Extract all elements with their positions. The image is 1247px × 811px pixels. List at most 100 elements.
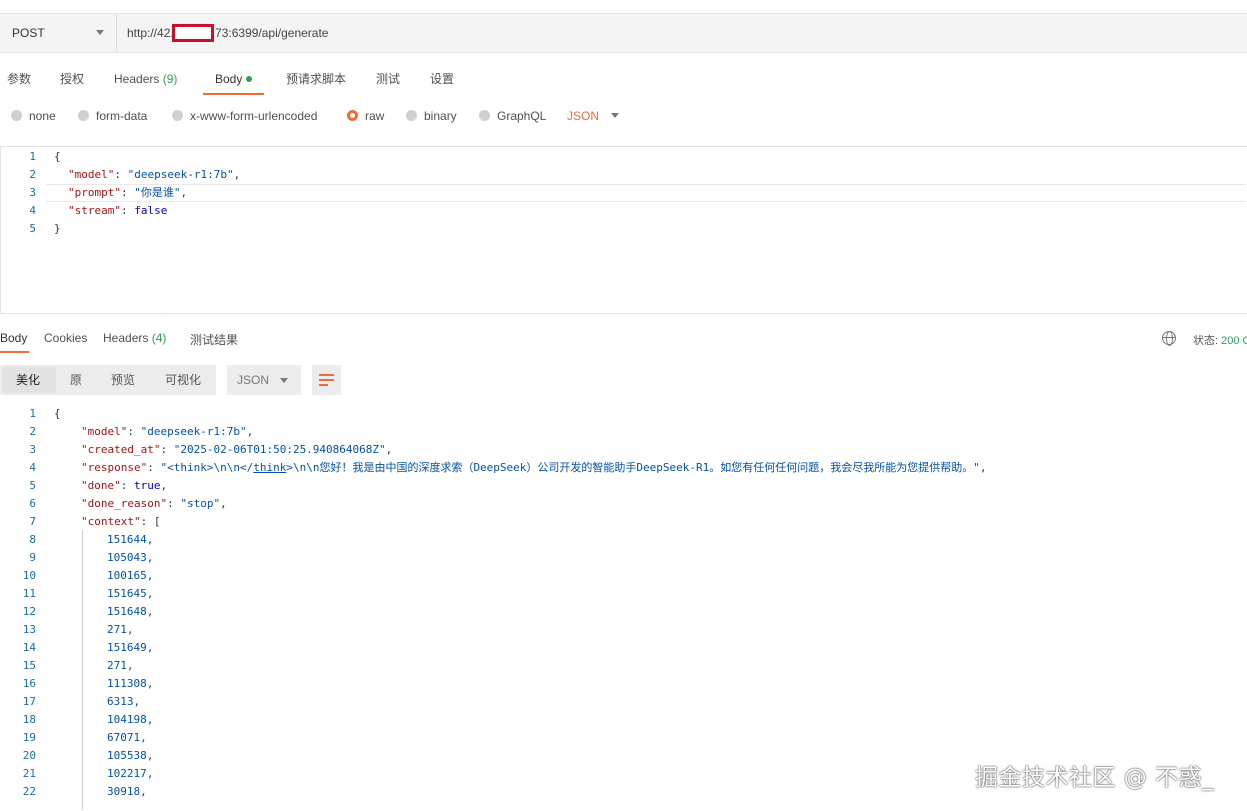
json-value: "deepseek-r1:7b"	[127, 168, 234, 181]
radio-icon	[406, 110, 417, 121]
tab-label: Headers	[114, 72, 160, 86]
json-value-link[interactable]: think	[253, 461, 286, 474]
response-tab-headers[interactable]: Headers (4)	[103, 331, 166, 345]
radio-graphql[interactable]: GraphQL	[479, 109, 546, 123]
url-prefix: http://42.	[127, 26, 174, 40]
response-status: 状态: 200 OK	[1193, 332, 1247, 348]
view-mode-segment: 美化 原 预览 可视化	[0, 365, 216, 395]
body-format-select[interactable]: JSON	[567, 109, 620, 123]
body-format-label: JSON	[567, 109, 600, 123]
headers-count: (9)	[162, 72, 178, 86]
watermark: 掘金技术社区 @ 不惑_	[975, 765, 1215, 791]
json-value: "你是谁"	[134, 186, 181, 199]
tab-settings[interactable]: 设置	[430, 68, 454, 94]
line-number: 14	[22, 641, 36, 654]
line-number: 4	[29, 204, 36, 217]
radio-icon	[172, 110, 183, 121]
line-number: 20	[22, 749, 36, 762]
line-number: 1	[29, 407, 36, 420]
radio-icon	[479, 110, 490, 121]
json-number: 105043,	[107, 551, 154, 564]
status-dot-icon	[246, 76, 253, 82]
line-number: 3	[29, 443, 36, 456]
radio-form-data[interactable]: form-data	[78, 109, 147, 123]
line-number: 15	[22, 659, 36, 672]
view-mode-pretty[interactable]: 美化	[16, 365, 40, 395]
json-value: >\n\n您好！我是由中国的深度求索（DeepSeek）公司开发的智能助手Dee…	[286, 461, 980, 474]
json-number: 151649,	[107, 641, 154, 654]
json-value: false	[134, 204, 168, 217]
line-number: 2	[29, 168, 36, 181]
method-select[interactable]: POST	[0, 14, 117, 52]
response-tab-cookies[interactable]: Cookies	[44, 331, 87, 345]
globe-icon[interactable]	[1162, 331, 1176, 346]
line-number: 5	[29, 222, 36, 235]
json-key: "done_reason"	[81, 497, 168, 510]
tab-label: 参数	[7, 72, 32, 86]
tab-body[interactable]: Body	[202, 68, 265, 95]
json-key: "model"	[68, 168, 115, 181]
json-number: 30918,	[107, 785, 147, 798]
json-key: "context"	[81, 515, 141, 528]
tab-headers[interactable]: Headers (9)	[114, 68, 177, 94]
line-number: 8	[29, 533, 36, 546]
radio-label: form-data	[96, 109, 148, 123]
line-number: 22	[22, 785, 36, 798]
line-number: 19	[22, 731, 36, 744]
wrap-lines-button[interactable]	[312, 365, 341, 395]
json-number: 271,	[107, 623, 134, 636]
radio-selected-icon	[347, 110, 358, 121]
response-format-select[interactable]: JSON	[227, 365, 301, 395]
json-number: 100165,	[107, 569, 154, 582]
response-tab-test-results[interactable]: 测试结果	[190, 331, 238, 348]
radio-label: raw	[365, 109, 385, 123]
json-key: "stream"	[68, 204, 121, 217]
url-input[interactable]: http://42. .73:6399/api/generate	[127, 14, 328, 52]
line-number: 10	[22, 569, 36, 582]
tab-label: Body	[0, 331, 28, 345]
json-key: "done"	[81, 479, 121, 492]
radio-icon	[78, 110, 89, 121]
json-number: 102217,	[107, 767, 154, 780]
redaction-box	[171, 24, 214, 42]
response-format-label: JSON	[237, 373, 270, 387]
headers-count: (4)	[151, 331, 167, 345]
json-value: "stop"	[180, 497, 221, 510]
line-number: 5	[29, 479, 36, 492]
tab-label: 测试结果	[190, 333, 239, 347]
json-key: "created_at"	[81, 443, 161, 456]
view-mode-raw[interactable]: 原	[70, 365, 82, 395]
response-tab-body[interactable]: Body	[0, 331, 30, 353]
json-value: "deepseek-r1:7b"	[140, 425, 247, 438]
line-number: 4	[29, 461, 36, 474]
line-number: 12	[22, 605, 36, 618]
current-line-highlight	[46, 184, 1246, 202]
json-number: 151648,	[107, 605, 154, 618]
indent-guide	[82, 530, 83, 810]
tab-params[interactable]: 参数	[7, 68, 31, 94]
json-number: 151645,	[107, 587, 154, 600]
view-mode-visualize[interactable]: 可视化	[165, 365, 201, 395]
json-key: "prompt"	[68, 186, 121, 199]
json-key: "response"	[81, 461, 148, 474]
tab-auth[interactable]: 授权	[60, 68, 84, 94]
radio-urlencoded[interactable]: x-www-form-urlencoded	[172, 109, 317, 123]
radio-binary[interactable]: binary	[406, 109, 457, 123]
line-number: 3	[29, 186, 36, 199]
json-number: 271,	[107, 659, 134, 672]
tab-label: Body	[215, 72, 243, 86]
radio-label: GraphQL	[497, 109, 547, 123]
json-number: 151644,	[107, 533, 154, 546]
json-value: true	[134, 479, 161, 492]
view-mode-preview[interactable]: 预览	[111, 365, 135, 395]
line-number: 6	[29, 497, 36, 510]
line-number: 7	[29, 515, 36, 528]
json-value: "2025-02-06T01:50:25.940864068Z"	[173, 443, 386, 456]
radio-raw[interactable]: raw	[347, 109, 384, 123]
radio-icon	[11, 110, 22, 121]
radio-label: none	[29, 109, 56, 123]
tab-pre-request-script[interactable]: 预请求脚本	[286, 68, 346, 94]
radio-label: x-www-form-urlencoded	[190, 109, 318, 123]
radio-none[interactable]: none	[11, 109, 56, 123]
tab-tests[interactable]: 测试	[376, 68, 400, 94]
